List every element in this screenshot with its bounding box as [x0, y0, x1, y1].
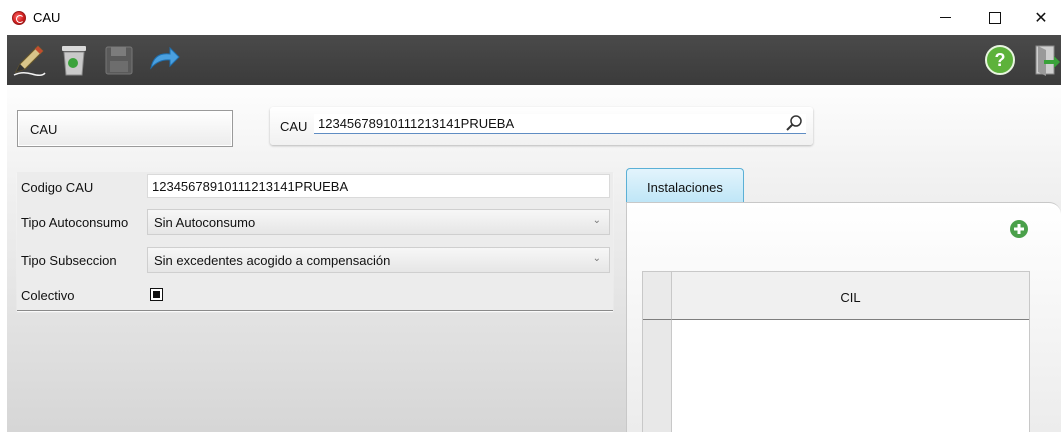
colectivo-label: Colectivo: [21, 288, 75, 303]
grid-corner: [643, 272, 672, 320]
maximize-button[interactable]: [972, 0, 1018, 35]
tipo-autoconsumo-label: Tipo Autoconsumo: [21, 215, 129, 230]
search-input[interactable]: 12345678910111213141PRUEBA: [314, 114, 806, 134]
tab-instalaciones-label: Instalaciones: [647, 180, 723, 195]
floppy-save-icon[interactable]: [102, 42, 136, 78]
colectivo-checkbox[interactable]: [150, 288, 163, 301]
instalaciones-grid: CIL: [642, 271, 1030, 432]
entity-label-box: CAU: [17, 110, 233, 147]
tipo-subseccion-value: Sin excedentes acogido a compensación: [154, 253, 391, 268]
toolbar: ?: [7, 35, 1061, 85]
recycle-bin-icon[interactable]: [57, 42, 91, 78]
window-title: CAU: [33, 10, 61, 25]
colectivo-row: Colectivo: [17, 280, 613, 310]
tipo-subseccion-label: Tipo Subseccion: [21, 253, 117, 268]
search-icon[interactable]: [784, 113, 804, 133]
tipo-subseccion-row: Tipo Subseccion Sin excedentes acogido a…: [17, 245, 613, 275]
app-logo-icon: [12, 11, 26, 25]
entity-label: CAU: [30, 122, 58, 137]
column-header-cil-label: CIL: [840, 290, 861, 305]
tipo-autoconsumo-value: Sin Autoconsumo: [154, 215, 256, 230]
add-icon[interactable]: [1009, 219, 1029, 239]
close-button[interactable]: ✕: [1018, 0, 1061, 35]
svg-text:?: ?: [995, 50, 1006, 70]
pencil-edit-icon[interactable]: [12, 42, 46, 78]
cau-details-form: Codigo CAU 12345678910111213141PRUEBA Ti…: [17, 172, 613, 311]
chevron-down-icon: ⌄: [592, 253, 601, 264]
codigo-field[interactable]: 12345678910111213141PRUEBA: [147, 174, 610, 198]
grid-row-header: [643, 320, 672, 432]
help-icon[interactable]: ?: [983, 42, 1017, 78]
codigo-label: Codigo CAU: [21, 180, 94, 195]
search-panel: CAU 12345678910111213141PRUEBA: [270, 107, 813, 145]
exit-door-icon[interactable]: [1027, 42, 1061, 78]
search-label: CAU: [280, 119, 308, 134]
tipo-autoconsumo-row: Tipo Autoconsumo Sin Autoconsumo ⌄: [17, 207, 613, 237]
chevron-down-icon: ⌄: [592, 215, 601, 226]
codigo-row: Codigo CAU 12345678910111213141PRUEBA: [17, 172, 613, 202]
column-header-cil[interactable]: CIL: [672, 272, 1029, 320]
tipo-autoconsumo-select[interactable]: Sin Autoconsumo ⌄: [147, 209, 610, 235]
minimize-button[interactable]: [922, 0, 968, 35]
tab-instalaciones[interactable]: Instalaciones: [626, 168, 744, 202]
undo-arrow-icon[interactable]: [146, 42, 180, 78]
tipo-subseccion-select[interactable]: Sin excedentes acogido a compensación ⌄: [147, 247, 610, 273]
title-bar: CAU ✕: [0, 0, 1061, 35]
